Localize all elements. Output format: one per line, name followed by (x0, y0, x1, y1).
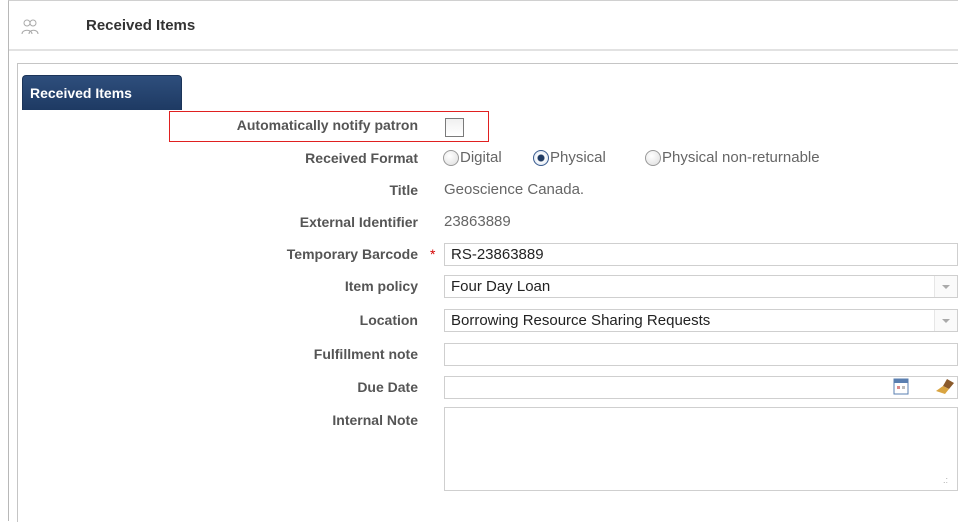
resize-grip-icon[interactable]: .: (943, 476, 951, 485)
temporary-barcode-label: Temporary Barcode (286, 246, 418, 262)
format-physical-nonreturnable-label: Physical non-returnable (662, 149, 820, 166)
due-date-input[interactable] (444, 376, 958, 399)
internal-note-textarea[interactable]: .: (444, 407, 958, 491)
format-physical-nonreturnable-radio[interactable] (645, 150, 661, 166)
title-value: Geoscience Canada. (444, 181, 585, 198)
location-value: Borrowing Resource Sharing Requests (451, 312, 711, 329)
required-asterisk: * (430, 246, 436, 262)
notify-patron-checkbox[interactable] (445, 118, 464, 137)
item-policy-value: Four Day Loan (451, 278, 551, 295)
clear-brush-icon[interactable] (935, 377, 957, 395)
page-title: Received Items (86, 17, 196, 34)
location-label: Location (359, 312, 418, 328)
due-date-label: Due Date (357, 379, 418, 395)
internal-note-label: Internal Note (332, 412, 418, 428)
chevron-down-icon[interactable] (934, 276, 957, 297)
external-identifier-label: External Identifier (299, 214, 418, 230)
notify-patron-label: Automatically notify patron (236, 117, 418, 133)
calendar-icon[interactable] (893, 377, 909, 395)
users-icon (21, 19, 39, 35)
tab-received-items[interactable]: Received Items (22, 75, 182, 110)
external-identifier-value: 23863889 (444, 213, 511, 230)
format-physical-radio[interactable] (533, 150, 549, 166)
format-physical-label: Physical (550, 149, 606, 166)
fulfillment-note-label: Fulfillment note (313, 346, 418, 362)
item-policy-label: Item policy (344, 278, 418, 294)
chevron-down-icon[interactable] (934, 310, 957, 331)
format-digital-radio[interactable] (443, 150, 459, 166)
panel-header: Received Items (9, 1, 958, 51)
received-format-label: Received Format (305, 150, 418, 166)
location-select[interactable]: Borrowing Resource Sharing Requests (444, 309, 958, 332)
format-digital-label: Digital (460, 149, 502, 166)
temporary-barcode-input[interactable] (444, 243, 958, 266)
fulfillment-note-input[interactable] (444, 343, 958, 366)
title-label: Title (389, 182, 418, 198)
item-policy-select[interactable]: Four Day Loan (444, 275, 958, 298)
